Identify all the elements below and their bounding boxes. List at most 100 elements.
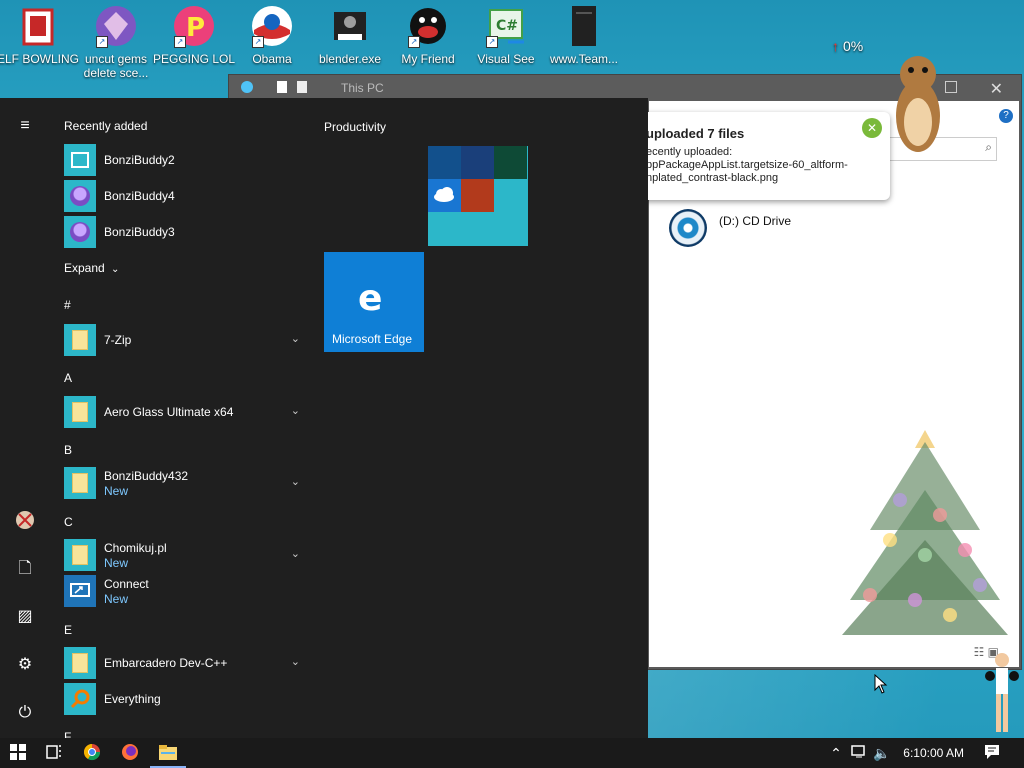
power-icon[interactable]: ⏻ — [14, 702, 36, 724]
shortcut-arrow-icon: ↗ — [174, 36, 186, 48]
clock[interactable]: 6:10:00 AM — [903, 746, 964, 760]
shortcut-arrow-icon: ↗ — [96, 36, 108, 48]
chevron-down-icon[interactable]: ⌄ — [291, 475, 300, 488]
desktop-icon-obama[interactable]: ↗ Obama — [230, 4, 314, 66]
notification-center-icon[interactable] — [982, 743, 1002, 763]
section-header-f[interactable]: F — [64, 730, 71, 738]
chrome-icon[interactable] — [82, 743, 102, 763]
shortcut-arrow-icon: ↗ — [408, 36, 420, 48]
expand-button[interactable]: Expand ⌄ — [64, 261, 119, 275]
file-explorer-icon[interactable] — [158, 743, 178, 763]
folder-icon[interactable] — [297, 81, 307, 93]
shortcut-arrow-icon: ↗ — [486, 36, 498, 48]
toast-close-icon[interactable]: ✕ — [862, 118, 882, 138]
new-badge: New — [104, 591, 129, 606]
connect-icon — [70, 583, 90, 597]
documents-icon[interactable]: 🗋 — [14, 558, 36, 580]
svg-text:P: P — [186, 13, 205, 43]
app-tile — [64, 467, 96, 499]
section-header-b[interactable]: B — [64, 443, 72, 457]
app-tile — [64, 180, 96, 212]
hamster-icon — [896, 56, 940, 152]
start-menu: ≡ 🗋 ▨ ⚙ ⏻ Recently added BonziBuddy2 Bon… — [0, 98, 648, 738]
new-badge: New — [104, 555, 129, 570]
bonzibuddy-icon — [70, 186, 90, 206]
folder-icon — [72, 653, 88, 673]
microsoft-edge-tile[interactable]: e Microsoft Edge — [324, 252, 424, 352]
volume-icon[interactable]: 🔈 — [872, 743, 892, 763]
csharp-icon: C# ↗ — [484, 4, 528, 48]
recently-added-heading: Recently added — [64, 119, 148, 133]
user-avatar[interactable] — [14, 510, 36, 532]
new-badge: New — [104, 483, 129, 498]
app-tile — [64, 216, 96, 248]
toast-title: uploaded 7 files — [646, 126, 745, 141]
blender-icon — [328, 4, 372, 48]
explorer-title: This PC — [341, 81, 384, 95]
chevron-down-icon[interactable]: ⌄ — [291, 547, 300, 560]
app-embarcadero[interactable]: Embarcadero Dev-C++ ⌄ — [64, 647, 300, 679]
productivity-heading: Productivity — [324, 120, 387, 134]
app-tile — [64, 324, 96, 356]
chevron-up-icon[interactable]: ⌃ — [826, 743, 846, 763]
folder-icon — [72, 473, 88, 493]
firefox-icon[interactable] — [120, 743, 140, 763]
app-chomikuj[interactable]: Chomikuj.pl New ⌄ — [64, 539, 300, 571]
help-icon[interactable]: ? — [999, 109, 1013, 123]
magnifier-icon — [70, 689, 90, 709]
document-icon — [562, 4, 606, 48]
gem-icon: ↗ — [94, 4, 138, 48]
desktop-icon-visual-see[interactable]: C# ↗ Visual See — [464, 4, 548, 66]
search-icon: ⌕ — [985, 140, 992, 154]
folder-icon — [72, 402, 88, 422]
chevron-down-icon[interactable]: ⌄ — [291, 332, 300, 345]
drive-label: (D:) CD Drive — [719, 214, 791, 228]
app-bonzibuddy2[interactable]: BonziBuddy2 — [64, 144, 300, 176]
task-view-icon[interactable] — [44, 743, 64, 763]
tile-folder-group[interactable] — [428, 146, 528, 246]
toast-body: ecently uploaded: ppPackageAppList.targe… — [646, 146, 848, 184]
folder-icon — [72, 545, 88, 565]
desktop-icon-blender[interactable]: blender.exe — [308, 4, 392, 66]
settings-gear-icon[interactable]: ⚙ — [14, 654, 36, 676]
app-bonzibuddy3[interactable]: BonziBuddy3 — [64, 216, 300, 248]
explorer-app-icon — [241, 81, 253, 93]
start-button[interactable] — [8, 743, 28, 763]
section-header-e[interactable]: E — [64, 623, 72, 637]
desktop-icon-uncut-gems[interactable]: ↗ uncut gems delete sce... — [74, 4, 158, 80]
section-header-hash[interactable]: # — [64, 298, 71, 312]
app-everything[interactable]: Everything — [64, 683, 300, 715]
app-bonzibuddy4[interactable]: BonziBuddy4 — [64, 180, 300, 212]
mini-tile — [494, 146, 527, 179]
app-tile — [64, 144, 96, 176]
chevron-down-icon[interactable]: ⌄ — [291, 655, 300, 668]
section-header-c[interactable]: C — [64, 515, 73, 529]
quick-access-icon[interactable] — [277, 81, 287, 93]
desktop-icon-my-friend[interactable]: ↗ My Friend — [386, 4, 470, 66]
svg-text:C#: C# — [496, 18, 518, 34]
network-icon[interactable] — [850, 743, 870, 763]
app-connect[interactable]: Connect New — [64, 575, 300, 607]
window-icon — [71, 152, 89, 168]
close-button[interactable]: ✕ — [990, 79, 1003, 99]
start-rail: ≡ 🗋 ▨ ⚙ ⏻ — [0, 98, 50, 738]
obama-logo-icon: ↗ — [250, 4, 294, 48]
chevron-down-icon[interactable]: ⌄ — [291, 404, 300, 417]
pingu-icon: ↗ — [406, 4, 450, 48]
upload-notification[interactable]: uploaded 7 files ecently uploaded: ppPac… — [628, 112, 890, 200]
edge-icon: e — [358, 278, 383, 319]
section-header-a[interactable]: A — [64, 371, 72, 385]
desktop-icon-team[interactable]: www.Team... — [542, 4, 626, 66]
app-7zip[interactable]: 7-Zip ⌄ — [64, 324, 300, 356]
desktop-icon-elf-bowling[interactable]: ELF BOWLING — [0, 4, 80, 66]
pictures-icon[interactable]: ▨ — [14, 606, 36, 628]
cd-drive-item[interactable]: (D:) CD Drive — [669, 209, 791, 247]
app-aero-glass[interactable]: Aero Glass Ultimate x64 ⌄ — [64, 396, 300, 428]
mouse-cursor-icon — [874, 674, 888, 694]
elf-bowling-icon — [16, 4, 60, 48]
desktop-icon-pegging-lol[interactable]: P ↗ PEGGING LOL — [152, 4, 236, 66]
app-bonzibuddy432[interactable]: BonziBuddy432 New ⌄ — [64, 467, 300, 499]
hamburger-menu-icon[interactable]: ≡ — [14, 115, 36, 137]
mini-tile — [461, 179, 494, 212]
boxer-figure-icon — [985, 653, 1019, 732]
